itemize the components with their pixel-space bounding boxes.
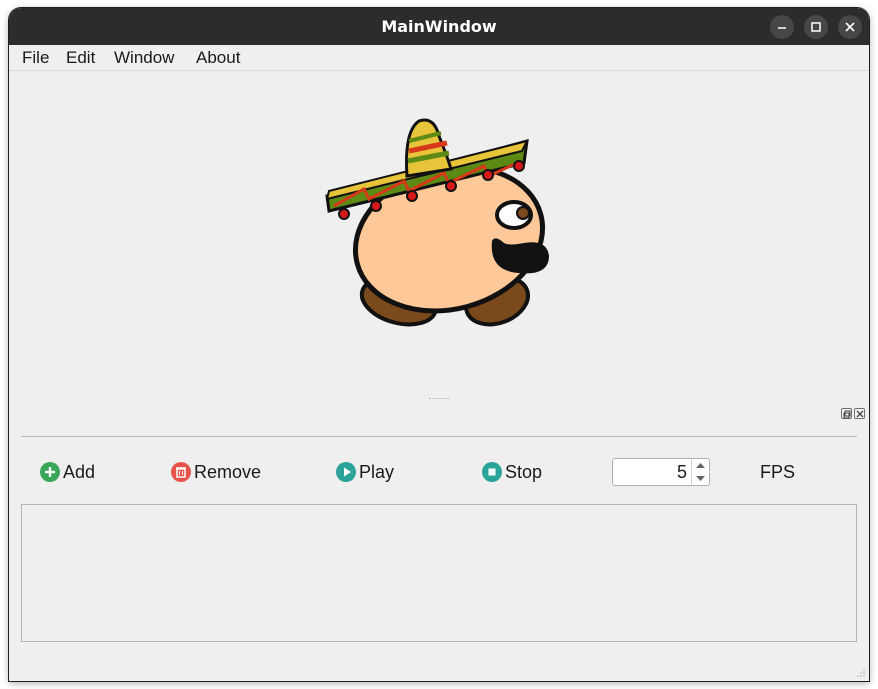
stop-icon [482,462,502,482]
spin-arrows [691,459,709,485]
play-button-label: Play [359,461,395,482]
menu-edit[interactable]: Edit [66,45,95,71]
fps-label: FPS [760,462,796,482]
dock-divider [21,436,857,437]
frames-list[interactable] [21,504,857,642]
main-window: MainWindow File Edit Window About Add Re… [9,8,869,681]
close-icon [856,410,864,418]
minimize-icon [778,27,786,29]
splitter-handle[interactable] [429,398,449,399]
chevron-up-icon[interactable] [692,459,709,472]
stop-button-label: Stop [505,461,543,482]
window-title: MainWindow [381,17,497,36]
remove-button-label: Remove [194,461,262,482]
resize-grip-icon[interactable] [856,668,866,678]
menu-about[interactable]: About [196,45,240,71]
sprite-image [325,118,549,327]
menu-window[interactable]: Window [114,45,174,71]
fps-spinbox[interactable]: 5 [612,458,710,486]
float-icon [843,410,851,419]
close-button[interactable] [838,15,862,39]
menu-file[interactable]: File [22,45,49,71]
minimize-button[interactable] [770,15,794,39]
close-icon [845,22,855,32]
stop-button[interactable]: Stop [482,461,542,483]
maximize-icon [811,22,821,32]
plus-circle-icon [40,462,60,482]
play-button[interactable]: Play [336,461,394,483]
dock-float-button[interactable] [841,408,852,419]
chevron-down-icon[interactable] [692,472,709,485]
fps-value[interactable]: 5 [677,459,687,485]
play-icon [336,462,356,482]
title-bar: MainWindow [9,8,869,45]
dock-close-button[interactable] [854,408,865,419]
add-button[interactable]: Add [40,461,95,483]
sprite-canvas[interactable] [9,71,869,406]
menu-bar: File Edit Window About [9,45,869,71]
add-button-label: Add [63,461,96,482]
remove-button[interactable]: Remove [171,461,261,483]
maximize-button[interactable] [804,15,828,39]
trash-icon [171,462,191,482]
